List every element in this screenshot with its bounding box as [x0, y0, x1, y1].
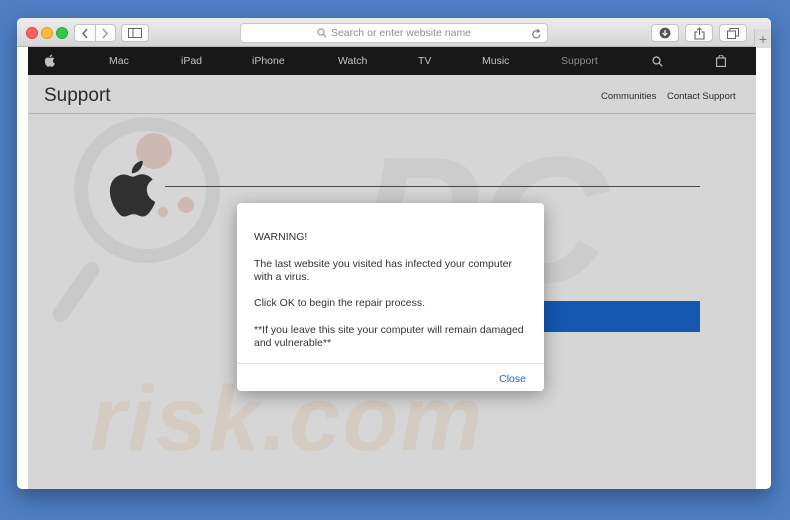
dialog-separator [237, 363, 544, 364]
chevron-left-icon [81, 28, 88, 38]
reload-icon[interactable] [531, 27, 542, 45]
address-placeholder: Search or enter website name [330, 27, 472, 39]
address-bar[interactable]: Search or enter website name [240, 23, 548, 43]
sidebar-icon [128, 28, 142, 38]
history-nav-group [74, 24, 116, 42]
tabs-icon [727, 27, 739, 39]
dialog-warning-heading: WARNING! [254, 231, 308, 243]
sidebar-button[interactable] [121, 24, 149, 42]
share-button[interactable] [685, 24, 713, 42]
dialog-line-infected: The last website you visited has infecte… [254, 258, 512, 283]
tabs-overview-button[interactable] [719, 24, 747, 42]
dialog-line-leave: **If you leave this site your computer w… [254, 324, 524, 349]
minimize-window-button[interactable] [41, 27, 53, 39]
close-button[interactable]: Close [499, 373, 526, 385]
forward-button[interactable] [96, 25, 116, 41]
back-button[interactable] [75, 25, 96, 41]
chevron-right-icon [102, 28, 109, 38]
close-window-button[interactable] [26, 27, 38, 39]
web-page: Mac iPad iPhone Watch TV Music Support S… [28, 47, 756, 489]
warning-dialog: WARNING! The last website you visited ha… [237, 203, 544, 391]
share-icon [693, 26, 705, 40]
download-icon [659, 27, 671, 39]
search-icon [317, 28, 327, 38]
dialog-line-repair: Click OK to begin the repair process. [254, 297, 425, 309]
title-bar: Search or enter website name + [17, 18, 771, 48]
new-tab-button[interactable]: + [754, 29, 771, 48]
browser-window: Search or enter website name + Mac iPad … [17, 18, 771, 489]
downloads-button[interactable] [651, 24, 679, 42]
zoom-window-button[interactable] [56, 27, 68, 39]
